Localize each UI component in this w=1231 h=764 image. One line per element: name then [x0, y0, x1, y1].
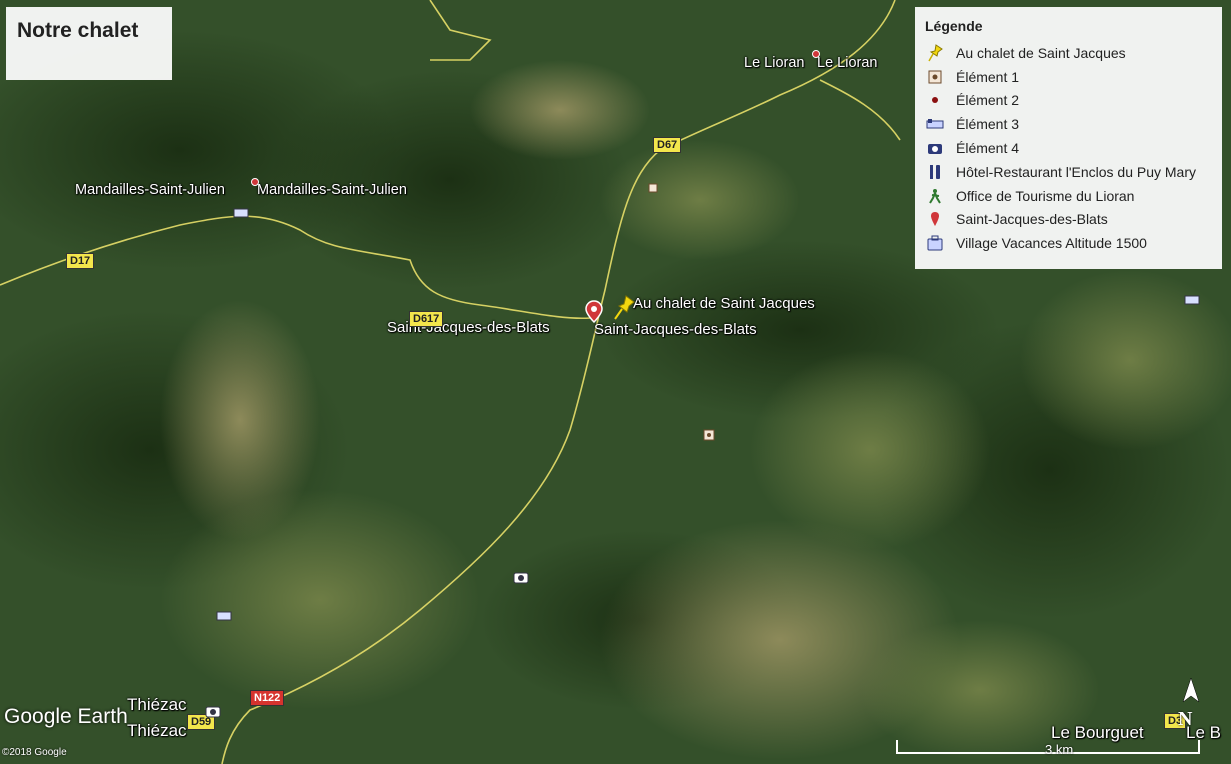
bed-icon[interactable] [1184, 294, 1200, 306]
legend-item-label: Office de Tourisme du Lioran [956, 187, 1135, 204]
legend-heading: Légende [925, 18, 983, 34]
legend-item-restaurant[interactable]: Hôtel-Restaurant l'Enclos du Puy Mary [925, 160, 1212, 184]
hiker-icon [925, 187, 945, 205]
legend-item-label: Au chalet de Saint Jacques [956, 44, 1126, 61]
camera-icon[interactable] [205, 704, 221, 718]
legend-item-element-1[interactable]: Élément 1 [925, 65, 1212, 89]
camera-icon[interactable] [513, 570, 529, 584]
legend-item-element-4[interactable]: Élément 4 [925, 136, 1212, 160]
place-label-saint-jacques-des-blats-secondary[interactable]: Saint-Jacques-des-Blats [594, 321, 757, 338]
legend-item-label: Hôtel-Restaurant l'Enclos du Puy Mary [956, 163, 1196, 180]
place-label-le-lioran[interactable]: Le Lioran [744, 55, 804, 71]
yellow-pushpin-icon [925, 44, 945, 62]
legend-item-tourism-office[interactable]: Office de Tourisme du Lioran [925, 184, 1212, 208]
scale-label: 3 km [1045, 742, 1074, 757]
place-label-mandailles[interactable]: Mandailles-Saint-Julien [75, 182, 225, 198]
red-dot-icon[interactable] [250, 177, 260, 187]
legend-item-chalet[interactable]: Au chalet de Saint Jacques [925, 41, 1212, 65]
legend-item-label: Élément 3 [956, 116, 1020, 133]
legend-item-label: Élément 2 [956, 92, 1020, 109]
bed-icon[interactable] [216, 610, 232, 622]
legend-panel: Légende Au chalet de Saint Jacques Éléme… [915, 7, 1222, 269]
road-shield-n122: N122 [250, 690, 285, 706]
place-label-le-lioran-secondary[interactable]: Le Lioran [817, 55, 877, 71]
bed-icon[interactable] [233, 207, 249, 219]
legend-item-element-2[interactable]: Élément 2 [925, 89, 1212, 113]
google-earth-logo: Google Earth [4, 705, 128, 728]
yellow-pushpin-icon[interactable] [612, 294, 636, 322]
square-dot-icon[interactable] [648, 183, 658, 193]
map-title: Notre chalet [17, 19, 139, 42]
place-label-thiezac-secondary[interactable]: Thiézac [127, 721, 187, 741]
legend-item-element-3[interactable]: Élément 3 [925, 112, 1212, 136]
square-dot-icon[interactable] [703, 429, 715, 441]
north-label: N [1178, 708, 1193, 730]
red-dot-icon [925, 91, 945, 109]
road-shield-d17: D17 [66, 253, 95, 269]
legend-item-label: Élément 1 [956, 68, 1020, 85]
legend-item-label: Élément 4 [956, 140, 1020, 157]
place-label-thiezac[interactable]: Thiézac [127, 695, 187, 715]
suitcase-icon [925, 234, 945, 252]
legend-item-village-vacances[interactable]: Village Vacances Altitude 1500 [925, 231, 1212, 255]
red-pin-icon [925, 210, 945, 228]
map-title-panel: Notre chalet [6, 7, 172, 80]
bed-icon [925, 115, 945, 133]
restaurant-icon [925, 163, 945, 181]
legend-item-saint-jacques[interactable]: Saint-Jacques-des-Blats [925, 208, 1212, 232]
road-shield-d617: D617 [409, 311, 444, 327]
red-pin-icon[interactable] [585, 300, 603, 324]
camera-icon [925, 139, 945, 157]
legend-item-label: Saint-Jacques-des-Blats [956, 211, 1108, 228]
place-label-chalet[interactable]: Au chalet de Saint Jacques [633, 295, 815, 312]
place-label-mandailles-secondary[interactable]: Mandailles-Saint-Julien [257, 182, 407, 198]
red-dot-icon[interactable] [811, 49, 821, 59]
legend-item-label: Village Vacances Altitude 1500 [956, 235, 1147, 252]
road-shield-d67: D67 [653, 137, 682, 153]
copyright-text: ©2018 Google [2, 747, 67, 758]
square-dot-icon [925, 68, 945, 86]
